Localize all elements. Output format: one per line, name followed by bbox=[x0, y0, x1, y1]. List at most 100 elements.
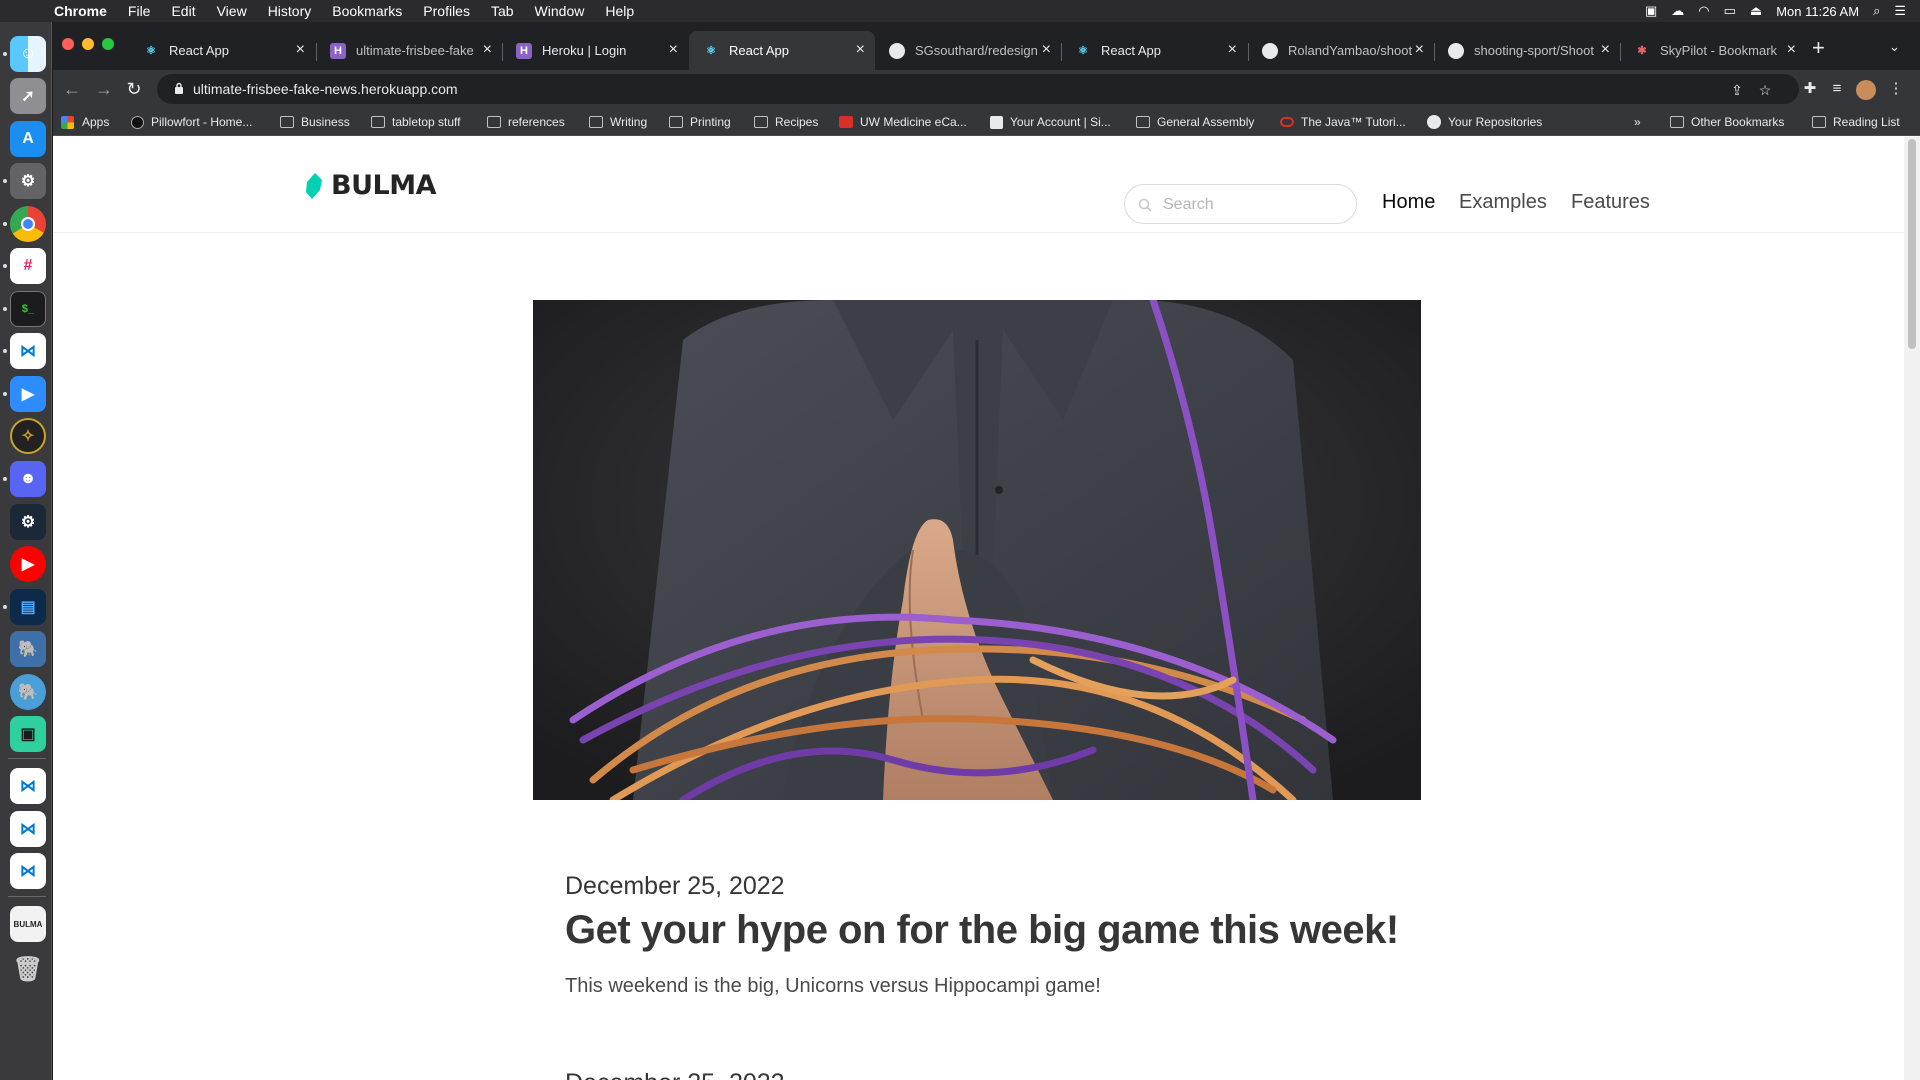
tab-skypilot[interactable]: ✱ SkyPilot - Bookmark × bbox=[1620, 31, 1806, 70]
bookmark-folder-tabletop[interactable]: tabletop stuff bbox=[371, 113, 461, 131]
eject-icon[interactable]: ⏏ bbox=[1750, 3, 1762, 19]
nav-examples[interactable]: Examples bbox=[1459, 191, 1547, 214]
nav-home[interactable]: Home bbox=[1382, 191, 1435, 214]
tab-rolandyambao[interactable]: RolandYambao/shoot × bbox=[1248, 31, 1434, 70]
control-center-icon[interactable]: ☰ bbox=[1894, 3, 1906, 19]
bookmark-other-bookmarks[interactable]: Other Bookmarks bbox=[1670, 113, 1784, 131]
zoom-status-icon[interactable]: ▣ bbox=[1645, 3, 1657, 19]
close-tab-icon[interactable]: × bbox=[296, 42, 305, 58]
close-tab-icon[interactable]: × bbox=[483, 42, 492, 58]
bookmark-folder-writing[interactable]: Writing bbox=[589, 113, 647, 131]
tableplus-icon[interactable]: 🐘 bbox=[10, 631, 46, 667]
menu-history[interactable]: History bbox=[268, 3, 312, 19]
vscode-window-icon[interactable]: ⋈ bbox=[10, 811, 46, 847]
share-icon[interactable]: ⇪ bbox=[1729, 82, 1745, 98]
menu-bookmarks[interactable]: Bookmarks bbox=[332, 3, 402, 19]
url-text[interactable]: ultimate-frisbee-fake-news.herokuapp.com bbox=[193, 81, 458, 97]
tab-shooting-sport[interactable]: shooting-sport/Shoot × bbox=[1434, 31, 1620, 70]
page-scrollbar[interactable] bbox=[1904, 137, 1920, 1080]
bookmark-folder-references[interactable]: references bbox=[487, 113, 565, 131]
search-input[interactable] bbox=[1163, 193, 1348, 217]
bookmark-folder-general-assembly[interactable]: General Assembly bbox=[1136, 113, 1254, 131]
tab-sgsouthard-redesign[interactable]: SGsouthard/redesign × bbox=[875, 31, 1061, 70]
close-tab-icon[interactable]: × bbox=[669, 42, 678, 58]
reload-button[interactable]: ↻ bbox=[123, 78, 145, 100]
close-tab-icon[interactable]: × bbox=[1042, 42, 1051, 58]
menu-file[interactable]: File bbox=[128, 3, 151, 19]
tab-react-app-active[interactable]: ⚛ React App × bbox=[689, 31, 875, 70]
vscode-window-2-icon[interactable]: ⋈ bbox=[10, 853, 46, 889]
back-button[interactable]: ← bbox=[61, 78, 83, 100]
discord-icon[interactable]: ☻ bbox=[10, 461, 46, 497]
downloads-folder-icon[interactable]: BULMA bbox=[10, 906, 46, 942]
post-headline[interactable]: Get your hype on for the big game this w… bbox=[565, 908, 1405, 953]
minimize-window-button[interactable] bbox=[82, 38, 94, 50]
airplay-icon[interactable]: ▭ bbox=[1724, 3, 1736, 19]
terminal-icon[interactable]: $_ bbox=[10, 291, 46, 327]
robot-app-icon[interactable]: ▣ bbox=[10, 716, 46, 752]
finder-icon[interactable]: ☺ bbox=[10, 36, 46, 72]
vscode-icon[interactable]: ⋈ bbox=[10, 333, 46, 369]
slack-icon[interactable]: # bbox=[10, 248, 46, 284]
spotlight-icon[interactable]: ⌕ bbox=[1873, 3, 1880, 19]
nav-features[interactable]: Features bbox=[1571, 191, 1650, 214]
close-tab-icon[interactable]: × bbox=[856, 42, 865, 58]
tab-ultimate-frisbee[interactable]: H ultimate-frisbee-fake × bbox=[316, 31, 502, 70]
app-store-icon[interactable]: A bbox=[10, 121, 46, 157]
chrome-icon[interactable] bbox=[10, 206, 46, 242]
media-controls-icon[interactable]: ≡ bbox=[1828, 80, 1846, 98]
address-bar[interactable]: ultimate-frisbee-fake-news.herokuapp.com… bbox=[157, 74, 1799, 104]
youtube-music-icon[interactable]: ▶ bbox=[10, 546, 46, 582]
forward-button[interactable]: → bbox=[93, 78, 115, 100]
bookmark-star-icon[interactable]: ☆ bbox=[1757, 82, 1773, 98]
search-box[interactable] bbox=[1124, 184, 1357, 224]
bookmark-folder-printing[interactable]: Printing bbox=[669, 113, 731, 131]
compass-app-icon[interactable]: ✧ bbox=[10, 418, 46, 454]
close-tab-icon[interactable]: × bbox=[1787, 42, 1796, 58]
bookmarks-overflow-button[interactable]: » bbox=[1634, 113, 1641, 131]
menu-view[interactable]: View bbox=[217, 3, 247, 19]
bulma-logo[interactable]: BULMA bbox=[305, 170, 436, 201]
launchpad-icon[interactable]: ➚ bbox=[10, 78, 46, 114]
extensions-icon[interactable]: ✚ bbox=[1801, 80, 1819, 98]
zoom-window-button[interactable] bbox=[102, 38, 114, 50]
bookmark-uw-medicine[interactable]: UW Medicine eCa... bbox=[839, 113, 967, 131]
scrollbar-thumb[interactable] bbox=[1908, 139, 1916, 349]
tab-heroku-login[interactable]: H Heroku | Login × bbox=[502, 31, 688, 70]
tab-search-chevron-icon[interactable]: ⌄ bbox=[1889, 39, 1900, 55]
menu-profiles[interactable]: Profiles bbox=[423, 3, 470, 19]
zoom-icon[interactable]: ▶ bbox=[10, 376, 46, 412]
screen-app-icon[interactable]: ▤ bbox=[10, 589, 46, 625]
cloud-status-icon[interactable]: ☁ bbox=[1671, 3, 1684, 19]
menu-window[interactable]: Window bbox=[535, 3, 585, 19]
bookmark-pillowfort[interactable]: Pillowfort - Home... bbox=[131, 113, 252, 131]
steam-icon[interactable]: ⚙ bbox=[10, 504, 46, 540]
chrome-menu-icon[interactable]: ⋮ bbox=[1887, 80, 1905, 98]
bookmark-folder-business[interactable]: Business bbox=[280, 113, 350, 131]
close-tab-icon[interactable]: × bbox=[1601, 42, 1610, 58]
system-preferences-icon[interactable]: ⚙ bbox=[10, 163, 46, 199]
pgadmin-icon[interactable]: 🐘 bbox=[10, 674, 46, 710]
tab-react-app-3[interactable]: ⚛ React App × bbox=[1061, 31, 1247, 70]
bookmark-java-tutorials[interactable]: The Java™ Tutori... bbox=[1280, 113, 1406, 131]
bookmark-your-repositories[interactable]: Your Repositories bbox=[1427, 113, 1542, 131]
trash-icon[interactable]: 🗑 bbox=[10, 951, 46, 987]
bookmark-reading-list[interactable]: Reading List bbox=[1812, 113, 1900, 131]
menu-edit[interactable]: Edit bbox=[171, 3, 195, 19]
wifi-icon[interactable]: ◠ bbox=[1698, 3, 1709, 19]
tab-title: SkyPilot - Bookmark bbox=[1660, 43, 1778, 58]
close-tab-icon[interactable]: × bbox=[1415, 42, 1424, 58]
profile-avatar[interactable] bbox=[1856, 80, 1876, 100]
vscode-insiders-icon[interactable]: ⋈ bbox=[10, 768, 46, 804]
close-tab-icon[interactable]: × bbox=[1228, 42, 1237, 58]
close-window-button[interactable] bbox=[62, 38, 74, 50]
bookmark-folder-recipes[interactable]: Recipes bbox=[754, 113, 818, 131]
menu-app-name[interactable]: Chrome bbox=[54, 3, 107, 19]
tab-react-app-1[interactable]: ⚛ React App × bbox=[129, 31, 315, 70]
menu-tab[interactable]: Tab bbox=[491, 3, 514, 19]
bookmark-your-account[interactable]: Your Account | Si... bbox=[990, 113, 1111, 131]
menu-help[interactable]: Help bbox=[605, 3, 634, 19]
menu-clock[interactable]: Mon 11:26 AM bbox=[1776, 4, 1859, 19]
new-tab-button[interactable]: + bbox=[1812, 35, 1825, 61]
bookmark-apps[interactable]: Apps bbox=[61, 113, 109, 131]
